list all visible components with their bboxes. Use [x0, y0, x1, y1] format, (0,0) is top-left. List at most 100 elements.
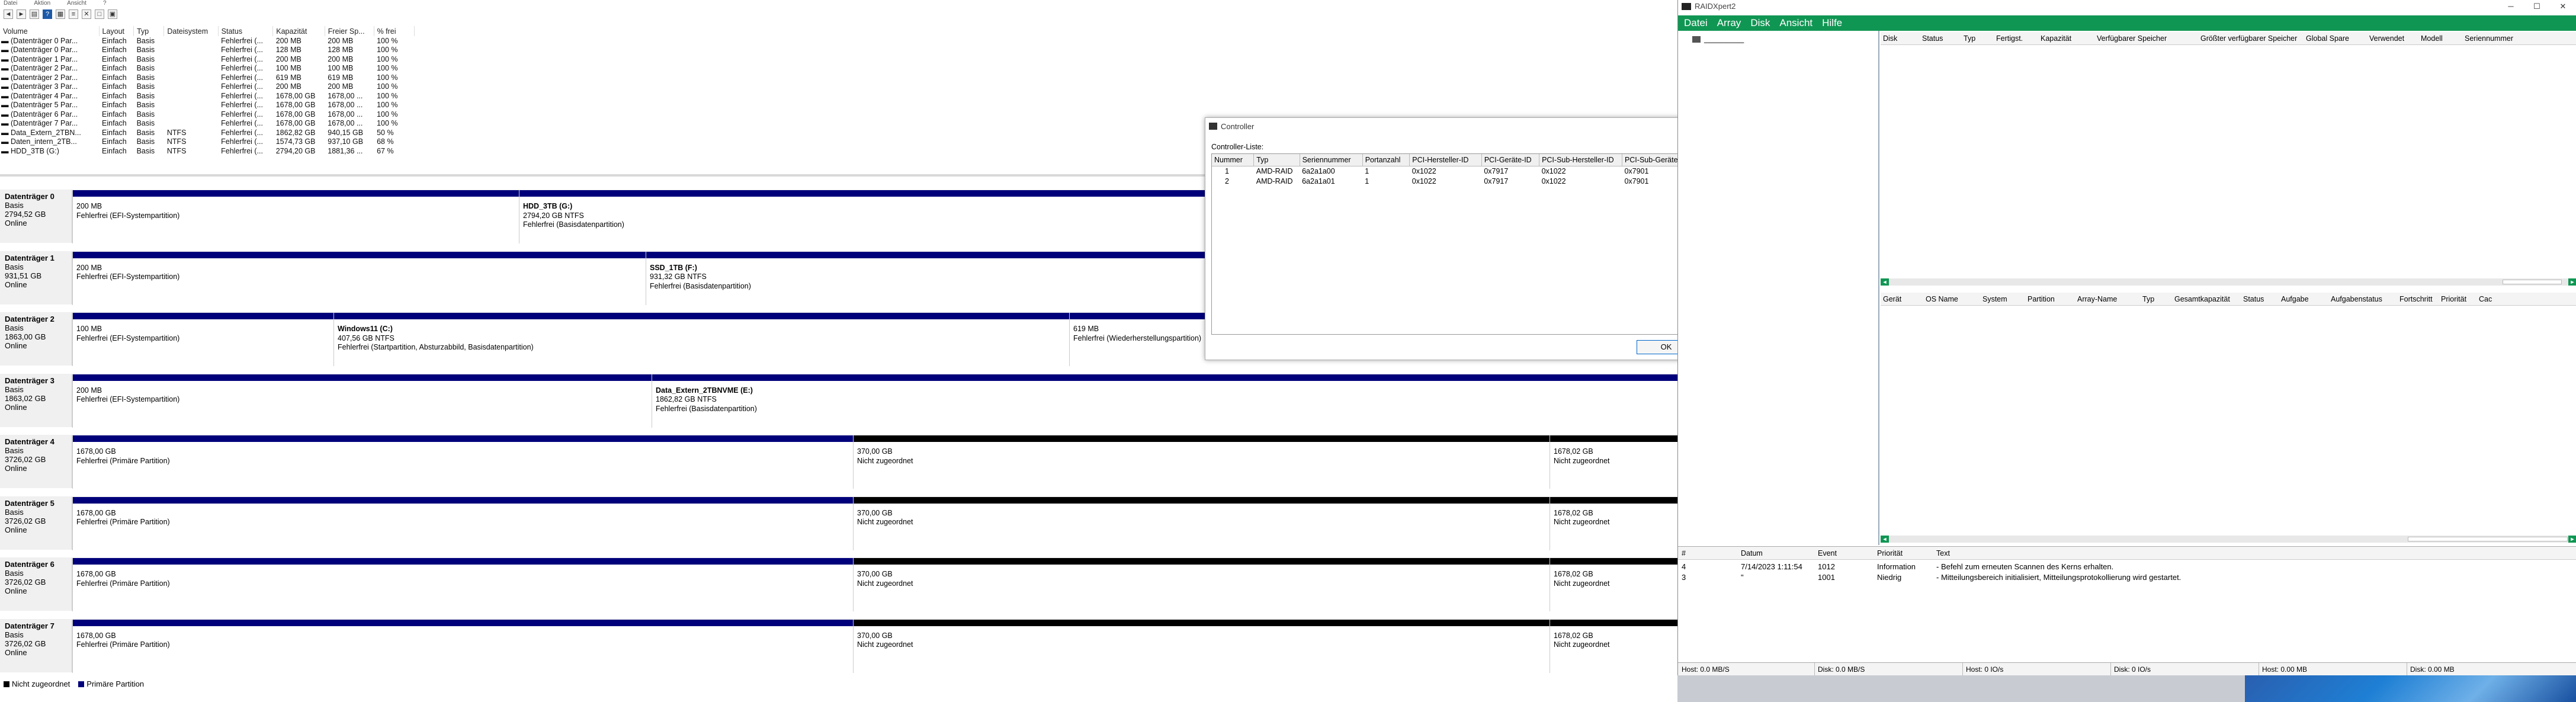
col-event[interactable]: Event	[1818, 549, 1837, 557]
col-prozent-frei[interactable]: % frei	[374, 26, 415, 36]
menu-hilfe[interactable]: Hilfe	[1822, 17, 1842, 29]
controller-col[interactable]: Seriennummer	[1300, 154, 1363, 166]
controller-col[interactable]: Portanzahl	[1362, 154, 1410, 166]
col-volume[interactable]: Volume	[0, 26, 100, 36]
volume-row[interactable]: ▬ (Datenträger 7 Par... Einfach Basis Fehle…	[0, 119, 415, 129]
partition[interactable]: 1678,00 GB Fehlerfrei (Primäre Partition)	[72, 619, 853, 673]
menu-datei[interactable]: Datei	[1684, 17, 1708, 29]
scroll-right-icon[interactable]: ►	[2568, 536, 2576, 543]
disk-info[interactable]: Datenträger 7 Basis 3726,02 GB Online	[0, 619, 72, 672]
rx-col[interactable]: Typ	[1964, 34, 1975, 43]
unallocated-space[interactable]: 370,00 GB Nicht zugeordnet	[853, 558, 1550, 611]
disk-info[interactable]: Datenträger 1 Basis 931,51 GB Online	[0, 251, 72, 304]
rx-col[interactable]: Disk	[1883, 34, 1897, 43]
rx-col[interactable]: Größter verfügbarer Speicher	[2200, 34, 2297, 43]
rx-col[interactable]: Array-Name	[2077, 295, 2117, 303]
col-kapazitaet[interactable]: Kapazität	[272, 26, 325, 36]
controller-col[interactable]: PCI-Geräte-ID	[1481, 154, 1540, 166]
new-window-icon[interactable]: □	[95, 9, 104, 19]
volume-row[interactable]: ▬ (Datenträger 3 Par... Einfach Basis Fehle…	[0, 82, 415, 92]
minimize-icon[interactable]: ─	[2498, 0, 2524, 15]
volume-row[interactable]: ▬ (Datenträger 2 Par... Einfach Basis Fehle…	[0, 64, 415, 73]
controller-row[interactable]: 2 AMD-RAID 6a2a1a01 1 0x1022 0x7917 0x1022 0x79…	[1212, 176, 1695, 186]
disk-info[interactable]: Datenträger 2 Basis 1863,00 GB Online	[0, 313, 72, 366]
help-icon[interactable]: ?	[43, 9, 52, 19]
event-row[interactable]: 3 " 1001 Niedrig - Mitteilungsbereich initia…	[1678, 572, 2576, 582]
console-tree-icon[interactable]: ▤	[30, 9, 39, 19]
rx-col[interactable]: Gerät	[1883, 295, 1901, 303]
rx-col[interactable]: Verfügbarer Speicher	[2097, 34, 2167, 43]
array-list-hscrollbar[interactable]: ◄ ►	[1881, 536, 2576, 543]
unallocated-space[interactable]: 1678,02 GB Nicht zugeordnet	[1550, 619, 1677, 673]
disk-info[interactable]: Datenträger 0 Basis 2794,52 GB Online	[0, 190, 72, 243]
rx-col[interactable]: Kapazität	[2041, 34, 2071, 43]
unallocated-space[interactable]: 370,00 GB Nicht zugeordnet	[853, 619, 1550, 673]
unallocated-space[interactable]: 370,00 GB Nicht zugeordnet	[853, 435, 1550, 489]
col-typ[interactable]: Typ	[133, 26, 165, 36]
menu-ansicht[interactable]: Ansicht	[1779, 17, 1812, 29]
volume-row[interactable]: ▬ (Datenträger 0 Par... Einfach Basis Fehle…	[0, 36, 415, 46]
partition[interactable]: 100 MB Fehlerfrei (EFI-Systempartition)	[72, 313, 333, 366]
rx-col[interactable]: Modell	[2421, 34, 2443, 43]
unallocated-space[interactable]: 1678,02 GB Nicht zugeordnet	[1550, 558, 1677, 611]
controller-col[interactable]: Nummer	[1212, 154, 1255, 166]
col-status[interactable]: Status	[218, 26, 274, 36]
rx-col[interactable]: Partition	[2028, 295, 2055, 303]
rx-col[interactable]: Aufgabe	[2281, 295, 2309, 303]
rx-col[interactable]: Fertigst.	[1996, 34, 2023, 43]
col-number[interactable]: #	[1682, 549, 1686, 557]
rx-col[interactable]: Status	[2243, 295, 2264, 303]
volume-row[interactable]: ▬ Daten_intern_2TB... Einfach Basis NTFS Feh…	[0, 137, 415, 147]
rx-col[interactable]: Typ	[2142, 295, 2154, 303]
rx-col[interactable]: Verwendet	[2369, 34, 2404, 43]
col-text[interactable]: Text	[1936, 549, 1950, 557]
col-datum[interactable]: Datum	[1741, 549, 1763, 557]
unallocated-space[interactable]: 1678,02 GB Nicht zugeordnet	[1550, 435, 1677, 489]
unallocated-space[interactable]: 1678,02 GB Nicht zugeordnet	[1550, 496, 1677, 550]
col-prioritaet[interactable]: Priorität	[1877, 549, 1903, 557]
partition[interactable]: 1678,00 GB Fehlerfrei (Primäre Partition)	[72, 496, 853, 550]
rx-col[interactable]: Cac	[2479, 295, 2492, 303]
partition[interactable]: Data_Extern_2TBNVME (E:) 1862,82 GB NTFS F…	[652, 374, 1677, 428]
partition[interactable]: 1678,00 GB Fehlerfrei (Primäre Partition)	[72, 558, 853, 611]
rx-col[interactable]: Fortschritt	[2399, 295, 2433, 303]
scroll-right-icon[interactable]: ►	[2568, 278, 2576, 286]
scroll-left-icon[interactable]: ◄	[1881, 278, 1889, 286]
volume-row[interactable]: ▬ (Datenträger 2 Par... Einfach Basis Fehle…	[0, 73, 415, 82]
disk-info[interactable]: Datenträger 3 Basis 1863,02 GB Online	[0, 374, 72, 427]
controller-row[interactable]: 1 AMD-RAID 6a2a1a00 1 0x1022 0x7917 0x1022 0x79…	[1212, 166, 1695, 176]
volume-row[interactable]: ▬ (Datenträger 6 Par... Einfach Basis Fehle…	[0, 110, 415, 119]
menu-ansicht[interactable]: Ansicht	[67, 0, 86, 7]
menu-disk[interactable]: Disk	[1750, 17, 1770, 29]
volume-row[interactable]: ▬ (Datenträger 5 Par... Einfach Basis Fehle…	[0, 101, 415, 110]
raidxpert-titlebar[interactable]: RAIDXpert2	[1678, 0, 2576, 15]
rx-col[interactable]: Global Spare	[2306, 34, 2349, 43]
controller-col[interactable]: PCI-Hersteller-ID	[1409, 154, 1482, 166]
menu-datei[interactable]: Datei	[4, 0, 17, 7]
unallocated-space[interactable]: 370,00 GB Nicht zugeordnet	[853, 496, 1550, 550]
col-freier-speicher[interactable]: Freier Sp...	[325, 26, 374, 36]
forward-arrow-icon[interactable]: ►	[17, 9, 26, 19]
partition[interactable]: 200 MB Fehlerfrei (EFI-Systempartition)	[72, 190, 519, 243]
scroll-left-icon[interactable]: ◄	[1881, 536, 1889, 543]
close-icon[interactable]: ✕	[2550, 0, 2576, 15]
delete-icon[interactable]: ✕	[82, 9, 91, 19]
volume-row[interactable]: ▬ HDD_3TB (G:) Einfach Basis NTFS Fehlerfrei…	[0, 146, 415, 156]
volume-row[interactable]: ▬ (Datenträger 0 Par... Einfach Basis Fehle…	[0, 46, 415, 55]
rx-col[interactable]: Aufgabenstatus	[2331, 295, 2382, 303]
scroll-thumb[interactable]	[2408, 537, 2568, 541]
partition[interactable]: 200 MB Fehlerfrei (EFI-Systempartition)	[72, 251, 646, 305]
properties-icon[interactable]: ▦	[56, 9, 65, 19]
volume-row[interactable]: ▬ (Datenträger 1 Par... Einfach Basis Fehle…	[0, 55, 415, 64]
tree-item-controller[interactable]: ▁▁▁▁▁▁▁	[1692, 34, 1744, 43]
controller-col[interactable]: Typ	[1253, 154, 1300, 166]
partition[interactable]: 1678,00 GB Fehlerfrei (Primäre Partition)	[72, 435, 853, 489]
rx-col[interactable]: Seriennummer	[2465, 34, 2513, 43]
col-layout[interactable]: Layout	[99, 26, 134, 36]
col-dateisystem[interactable]: Dateisystem	[163, 26, 219, 36]
volume-row[interactable]: ▬ (Datenträger 4 Par... Einfach Basis Fehle…	[0, 91, 415, 101]
rx-col[interactable]: Priorität	[2441, 295, 2466, 303]
scroll-thumb[interactable]	[2503, 280, 2562, 284]
menu-aktion[interactable]: Aktion	[34, 0, 50, 7]
partition[interactable]: 200 MB Fehlerfrei (EFI-Systempartition)	[72, 374, 652, 428]
